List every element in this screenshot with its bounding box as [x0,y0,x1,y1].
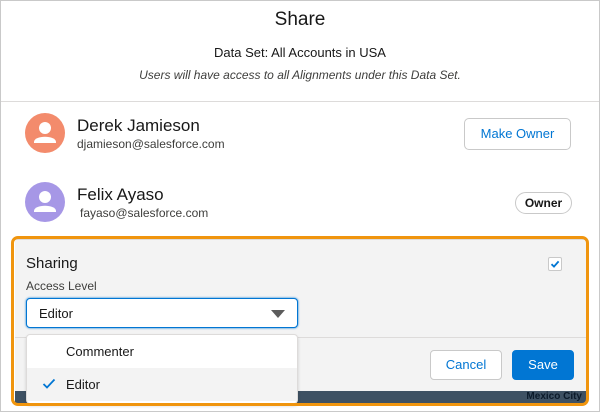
check-icon [42,378,56,389]
option-label: Commenter [66,344,134,359]
sharing-checkbox[interactable] [548,257,562,271]
user-name: Felix Ayaso [77,185,164,204]
user-email: fayaso@salesforce.com [80,206,209,220]
user-row: Derek Jamieson djamieson@salesforce.com … [1,102,599,170]
sharing-panel: Sharing Access Level Editor [15,239,586,337]
dataset-label: Data Set: All Accounts in USA [214,45,386,60]
option-label: Editor [66,377,100,392]
make-owner-button[interactable]: Make Owner [464,118,571,150]
option-editor[interactable]: Editor [27,368,297,401]
user-row: Felix Ayaso fayaso@salesforce.com Owner [1,171,599,239]
user-name: Derek Jamieson [77,116,200,135]
caret-down-icon [271,310,285,318]
sharing-label: Sharing [26,255,78,272]
access-level-value: Editor [39,306,73,321]
owner-badge: Owner [515,192,572,214]
save-button[interactable]: Save [512,350,574,380]
share-modal: Share Data Set: All Accounts in USA User… [0,0,600,412]
checkmark-icon [550,260,560,268]
modal-subtitle: Users will have access to all Alignments… [139,68,461,82]
user-email: djamieson@salesforce.com [77,137,225,151]
avatar [25,182,65,222]
modal-header: Share Data Set: All Accounts in USA User… [1,1,599,102]
user-icon [34,191,56,212]
city-label: Mexico City [526,391,582,402]
modal-title: Share [274,9,326,30]
user-icon [34,122,56,143]
cancel-button[interactable]: Cancel [430,350,502,380]
access-level-label: Access Level [26,279,97,293]
avatar [25,113,65,153]
option-commenter[interactable]: Commenter [27,335,297,368]
access-level-dropdown: Commenter Editor [26,334,298,404]
access-level-select[interactable]: Editor [26,298,298,328]
